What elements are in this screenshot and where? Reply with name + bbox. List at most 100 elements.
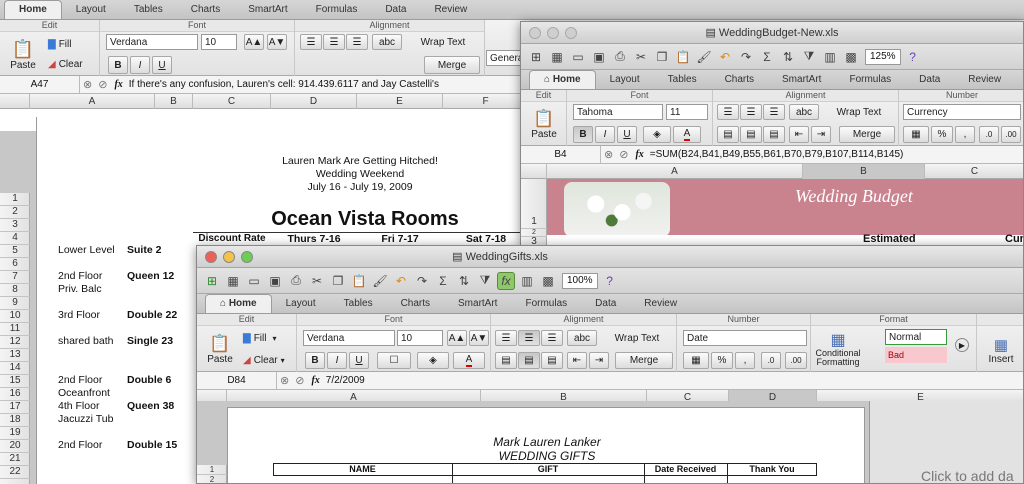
back-tab-data[interactable]: Data xyxy=(371,1,420,19)
back-tab-home[interactable]: Home xyxy=(4,0,62,19)
toolbox-icon[interactable]: ▩ xyxy=(539,272,557,290)
back-name-box[interactable]: A47 xyxy=(0,76,80,93)
paste-icon[interactable]: 📋 xyxy=(350,272,368,290)
gifts-indent-decrease-button[interactable]: ⇤ xyxy=(567,352,587,369)
budget-valign-middle-button[interactable]: ▤ xyxy=(740,126,762,143)
budget-tab-home[interactable]: ⌂ Home xyxy=(529,70,596,89)
gifts-tab-tables[interactable]: Tables xyxy=(330,295,387,313)
help-icon[interactable]: ? xyxy=(904,48,922,66)
gifts-comma-button[interactable]: , xyxy=(735,352,755,369)
budget-valign-bottom-button[interactable]: ▤ xyxy=(763,126,785,143)
col-header-a[interactable]: A xyxy=(547,164,803,179)
back-align-right-button[interactable]: ☰ xyxy=(346,34,368,50)
gifts-name-box[interactable]: D84 xyxy=(197,372,277,389)
back-align-center-button[interactable]: ☰ xyxy=(323,34,345,50)
back-tab-formulas[interactable]: Formulas xyxy=(302,1,372,19)
formula-builder-icon[interactable]: fx xyxy=(497,271,515,290)
row-header[interactable]: 11 xyxy=(0,323,30,336)
col-header-b[interactable]: B xyxy=(155,94,193,109)
function-icon[interactable]: fx xyxy=(311,375,319,386)
help-icon[interactable]: ? xyxy=(601,272,619,290)
gifts-font-select[interactable]: Verdana xyxy=(303,330,395,346)
budget-tab-review[interactable]: Review xyxy=(954,71,1015,89)
budget-accounting-button[interactable]: ▦ xyxy=(903,126,929,143)
back-font-select[interactable]: Verdana xyxy=(106,34,198,50)
back-clear-button[interactable]: ◢ Clear xyxy=(48,56,96,72)
autosum-icon[interactable]: Σ xyxy=(434,272,452,290)
function-icon[interactable]: fx xyxy=(635,149,643,160)
gifts-tab-review[interactable]: Review xyxy=(630,295,691,313)
budget-abc-button[interactable]: abc xyxy=(789,104,819,120)
back-bold-button[interactable]: B xyxy=(108,56,128,74)
gifts-abc-button[interactable]: abc xyxy=(567,330,597,346)
gifts-styles-more-button[interactable]: ▶ xyxy=(955,338,969,352)
budget-tab-smartart[interactable]: SmartArt xyxy=(768,71,835,89)
gifts-formula-input[interactable]: 7/2/2009 xyxy=(326,375,365,386)
gifts-valign-middle-button[interactable]: ▤ xyxy=(518,352,540,369)
cut-icon[interactable]: ✂ xyxy=(632,48,650,66)
col-header-b[interactable]: B xyxy=(803,164,925,179)
gifts-number-format-select[interactable]: Date xyxy=(683,330,807,346)
save-icon[interactable]: ▣ xyxy=(266,272,284,290)
cancel-icon[interactable]: ⊗ xyxy=(83,78,92,91)
row-header[interactable]: 21 xyxy=(0,453,30,466)
budget-align-center-button[interactable]: ☰ xyxy=(740,104,762,120)
row-header[interactable]: 1 xyxy=(521,215,547,229)
budget-underline-button[interactable]: U xyxy=(617,126,637,143)
budget-tab-formulas[interactable]: Formulas xyxy=(835,71,905,89)
back-merge-button[interactable]: Merge xyxy=(424,56,480,74)
budget-name-box[interactable]: B4 xyxy=(521,146,601,163)
back-tab-tables[interactable]: Tables xyxy=(120,1,177,19)
row-header[interactable]: 18 xyxy=(0,414,30,427)
zoom-window-button[interactable] xyxy=(565,26,577,39)
row-header[interactable]: 20 xyxy=(0,440,30,453)
gifts-percent-button[interactable]: % xyxy=(711,352,733,369)
cancel-icon[interactable]: ⊗ xyxy=(280,374,289,387)
back-shrink-font-button[interactable]: A▼ xyxy=(267,34,287,50)
budget-wrap-text-button[interactable]: Wrap Text xyxy=(823,104,895,120)
filter-icon[interactable]: ⧩ xyxy=(800,48,818,66)
zoom-window-button[interactable] xyxy=(241,250,253,263)
format-painter-icon[interactable]: 🖌 xyxy=(695,48,713,66)
sort-icon[interactable]: ⇅ xyxy=(455,272,473,290)
budget-merge-button[interactable]: Merge xyxy=(839,126,895,143)
budget-tab-charts[interactable]: Charts xyxy=(711,71,768,89)
gifts-tab-home[interactable]: ⌂ Home xyxy=(205,294,272,313)
gifts-tab-layout[interactable]: Layout xyxy=(272,295,330,313)
back-paste-button[interactable]: 📋 Paste xyxy=(6,34,40,76)
row-header[interactable]: 2 xyxy=(0,206,30,219)
minimize-window-button[interactable] xyxy=(223,250,235,263)
gifts-valign-top-button[interactable]: ▤ xyxy=(495,352,517,369)
gifts-paste-button[interactable]: 📋 Paste xyxy=(203,328,237,370)
budget-zoom-select[interactable]: 125% xyxy=(865,48,901,65)
row-header[interactable]: 10 xyxy=(0,310,30,323)
new-icon[interactable]: ⊞ xyxy=(527,48,545,66)
back-tab-layout[interactable]: Layout xyxy=(62,1,120,19)
paste-icon[interactable]: 📋 xyxy=(674,48,692,66)
gifts-tab-smartart[interactable]: SmartArt xyxy=(444,295,511,313)
budget-align-left-button[interactable]: ☰ xyxy=(717,104,739,120)
gifts-font-color-button[interactable]: A xyxy=(453,352,485,369)
row-header[interactable]: 2 xyxy=(197,475,227,483)
gifts-conditional-formatting-button[interactable]: ▦ Conditional Formatting xyxy=(813,328,863,372)
gifts-italic-button[interactable]: I xyxy=(327,352,347,369)
gifts-wrap-text-button[interactable]: Wrap Text xyxy=(601,330,673,346)
budget-size-select[interactable]: 11 xyxy=(666,104,708,120)
print-icon[interactable]: ⎙ xyxy=(287,272,305,290)
gifts-align-center-button[interactable]: ☰ xyxy=(518,330,540,346)
gifts-tab-charts[interactable]: Charts xyxy=(387,295,444,313)
slide-placeholder[interactable]: Click to add da xyxy=(921,468,1014,483)
templates-icon[interactable]: ▦ xyxy=(224,272,242,290)
gifts-fill-button[interactable]: ▇ Fill ▾ xyxy=(243,330,293,346)
save-icon[interactable]: ▣ xyxy=(590,48,608,66)
gifts-fill-color-button[interactable]: ◈ xyxy=(417,352,449,369)
row-header[interactable]: 1 xyxy=(197,465,227,475)
format-painter-icon[interactable]: 🖌 xyxy=(371,272,389,290)
print-icon[interactable]: ⎙ xyxy=(611,48,629,66)
gallery-icon[interactable]: ▥ xyxy=(518,272,536,290)
close-window-button[interactable] xyxy=(529,26,541,39)
col-header-a[interactable]: A xyxy=(30,94,155,109)
autosum-icon[interactable]: Σ xyxy=(758,48,776,66)
row-header[interactable]: 19 xyxy=(0,427,30,440)
gifts-increase-decimal-button[interactable]: .0 xyxy=(761,352,781,369)
